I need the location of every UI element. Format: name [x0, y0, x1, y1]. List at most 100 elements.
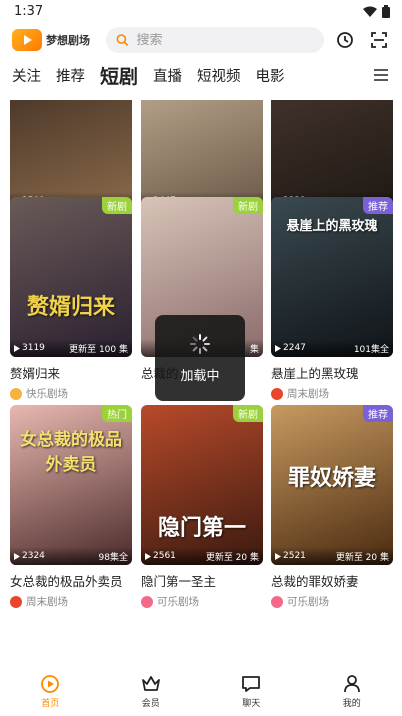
- drama-poster[interactable]: 隐门第一 新剧 2561 更新至 20 集: [141, 405, 263, 565]
- card-badge: 新剧: [233, 197, 263, 214]
- status-time: 1:37: [14, 3, 44, 19]
- tab-short-drama[interactable]: 短剧: [100, 62, 138, 89]
- poster-title-art: 赘婿归来: [26, 294, 115, 320]
- poster-footer: 2561 更新至 20 集: [141, 547, 263, 565]
- drama-poster[interactable]: 女总裁的极品外卖员 热门 2324 98集全: [10, 405, 132, 565]
- top-bar: 梦想剧场: [0, 22, 402, 58]
- card-badge: 新剧: [233, 405, 263, 422]
- play-icon: [145, 552, 151, 560]
- source-avatar: [10, 387, 22, 400]
- drama-card[interactable]: 隐门第一 新剧 2561 更新至 20 集隐门第一圣主 可乐剧场: [141, 405, 263, 609]
- search-input[interactable]: [136, 32, 314, 48]
- source-name: 周末剧场: [287, 388, 329, 400]
- drama-card[interactable]: 赘婿归来 新剧 3119 更新至 100 集赘婿归来 快乐剧场: [10, 197, 132, 401]
- episode-count: 更新至 20 集: [335, 552, 389, 563]
- drama-poster[interactable]: 罪奴娇妻 推荐 2521 更新至 20 集: [271, 405, 393, 565]
- bottom-nav: 首页 会员 聊天 我的: [0, 666, 402, 716]
- play-count: 2561: [145, 551, 176, 561]
- nav-profile-label: 我的: [342, 698, 361, 709]
- play-count-value: 3119: [22, 343, 45, 353]
- drama-title[interactable]: 悬崖上的黑玫瑰: [271, 363, 393, 382]
- search-box[interactable]: [106, 27, 324, 53]
- drama-poster[interactable]: 2321更新至 20 集: [271, 100, 393, 210]
- poster-title-art: 罪奴娇妻: [287, 465, 376, 491]
- wifi-icon: [363, 6, 377, 17]
- poster-title-art: 女总裁的极品外卖员: [20, 430, 122, 475]
- tab-movie[interactable]: 电影: [256, 65, 285, 86]
- episode-count: 更新至 100 集: [69, 344, 128, 355]
- tab-follow[interactable]: 关注: [12, 65, 41, 86]
- play-count-value: 2521: [283, 551, 306, 561]
- source-avatar: [271, 595, 283, 608]
- drama-poster[interactable]: 总裁夫人2509更新至 40 集: [10, 100, 132, 210]
- nav-chat-label: 聊天: [242, 698, 261, 709]
- drama-card[interactable]: 悬崖上的黑玫瑰 推荐 2247 101集全 悬崖上的黑玫瑰 周末剧场: [271, 197, 393, 401]
- status-bar: 1:37: [0, 0, 402, 22]
- nav-profile[interactable]: 我的: [322, 674, 382, 709]
- play-icon: [14, 344, 20, 352]
- drama-poster[interactable]: 赘婿归来 新剧 3119 更新至 100 集: [10, 197, 132, 357]
- menu-icon: [374, 68, 388, 81]
- drama-title[interactable]: 隐门第一圣主: [141, 571, 263, 590]
- source-avatar: [10, 595, 22, 608]
- nav-home[interactable]: 首页: [20, 674, 80, 709]
- battery-icon: [382, 4, 390, 18]
- scan-button[interactable]: [366, 27, 392, 53]
- play-count-value: 2247: [283, 343, 306, 353]
- drama-title[interactable]: 赘婿归来: [10, 363, 132, 382]
- drama-source: 周末剧场: [271, 386, 393, 401]
- source-name: 可乐剧场: [157, 596, 199, 608]
- nav-vip-label: 会员: [141, 698, 160, 709]
- nav-home-label: 首页: [41, 698, 60, 709]
- drama-title[interactable]: 总裁的罪奴娇妻: [271, 571, 393, 590]
- play-count-value: 2561: [153, 551, 176, 561]
- play-icon: [14, 552, 20, 560]
- tab-short-video[interactable]: 短视频: [197, 65, 241, 86]
- drama-source: 可乐剧场: [271, 594, 393, 609]
- category-tabs: 关注 推荐 短剧 直播 短视频 电影: [0, 58, 402, 92]
- drama-card[interactable]: 罪奴娇妻 推荐 2521 更新至 20 集总裁的罪奴娇妻可乐剧场: [271, 405, 393, 609]
- loading-text: 加载中: [180, 368, 220, 384]
- home-play-icon: [41, 674, 60, 693]
- drama-source: 可乐剧场: [141, 594, 263, 609]
- poster-footer: 2521 更新至 20 集: [271, 547, 393, 565]
- nav-chat[interactable]: 聊天: [221, 674, 281, 709]
- drama-card[interactable]: 女总裁的极品外卖员 热门 2324 98集全 女总裁的极品外卖员 周末剧场: [10, 405, 132, 609]
- episode-count: 101集全: [353, 344, 389, 355]
- scan-icon: [371, 32, 387, 48]
- tab-live[interactable]: 直播: [153, 65, 182, 86]
- play-count-value: 2324: [22, 551, 45, 561]
- drama-poster[interactable]: 2447108集全: [141, 100, 263, 210]
- logo-play-icon: [12, 29, 42, 51]
- play-count: 3119: [14, 343, 45, 353]
- spinner-icon: [190, 333, 210, 354]
- person-icon: [343, 674, 360, 692]
- status-icons: [363, 4, 390, 18]
- poster-footer: 3119 更新至 100 集: [10, 339, 132, 357]
- history-button[interactable]: [332, 27, 358, 53]
- episode-count: 集: [249, 344, 259, 355]
- drama-poster[interactable]: 悬崖上的黑玫瑰 推荐 2247 101集全: [271, 197, 393, 357]
- chat-icon: [242, 675, 261, 692]
- source-avatar: [141, 595, 153, 608]
- play-count: 2247: [275, 343, 306, 353]
- episode-count: 98集全: [98, 552, 128, 563]
- nav-vip[interactable]: 会员: [121, 674, 181, 709]
- tab-menu-button[interactable]: [374, 66, 390, 85]
- episode-count: 更新至 20 集: [205, 552, 259, 563]
- drama-title[interactable]: 女总裁的极品外卖员: [10, 571, 132, 590]
- source-name: 可乐剧场: [287, 596, 329, 608]
- play-count: 2324: [14, 551, 45, 561]
- drama-source: 周末剧场: [10, 594, 132, 609]
- play-icon: [275, 344, 281, 352]
- crown-icon: [141, 675, 160, 691]
- poster-footer: 2247 101集全: [271, 339, 393, 357]
- card-badge: 推荐: [363, 405, 393, 422]
- card-badge: 推荐: [363, 197, 393, 214]
- play-count: 2521: [275, 551, 306, 561]
- card-badge: 热门: [102, 405, 132, 422]
- tab-recommend[interactable]: 推荐: [56, 65, 85, 86]
- drama-source: 快乐剧场: [10, 386, 132, 401]
- app-logo: 梦想剧场: [12, 29, 98, 51]
- source-avatar: [271, 387, 283, 400]
